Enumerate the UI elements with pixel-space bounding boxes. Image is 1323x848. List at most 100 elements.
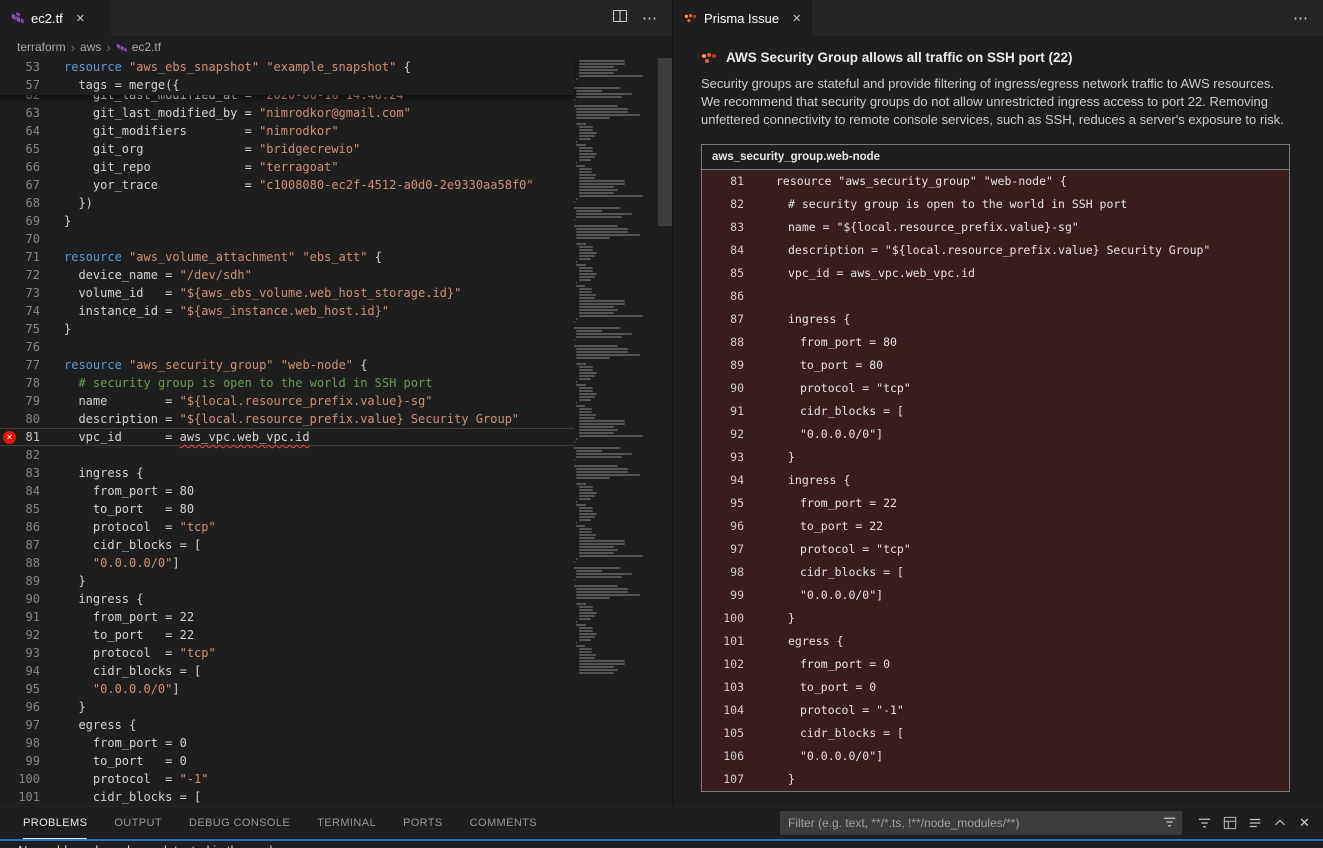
minimap-line [579,192,615,194]
collapse-all-icon[interactable] [1242,811,1267,835]
close-tab-icon[interactable]: ✕ [76,12,85,25]
filter-icon[interactable] [1192,811,1217,835]
panel-tab-output[interactable]: OUTPUT [114,807,162,839]
line-text: cidr_blocks = [ [40,788,201,806]
minimap-line [574,465,618,467]
tab-ec2-tf[interactable]: ec2.tf ✕ [0,0,112,36]
editor-line-67[interactable]: 67 yor_trace = "c1008080-ec2f-4512-a0d0-… [0,176,574,194]
line-number: 93 [0,644,40,662]
tab-prisma-issue[interactable]: Prisma Issue ✕ [673,0,813,36]
line-number: 76 [0,338,40,356]
line-number: 91 [0,608,40,626]
panel-tab-terminal[interactable]: TERMINAL [317,807,376,839]
view-as-table-icon[interactable] [1217,811,1242,835]
editor-line-97[interactable]: 97 egress { [0,716,574,734]
editor-line-89[interactable]: 89 } [0,572,574,590]
editor-line-84[interactable]: 84 from_port = 80 [0,482,574,500]
editor-line-95[interactable]: 95 "0.0.0.0/0"] [0,680,574,698]
minimap-line [579,390,594,392]
editor-line-75[interactable]: 75} [0,320,574,338]
line-number: 83 [0,464,40,482]
breadcrumb-item-aws[interactable]: aws [80,40,101,54]
editor-line-96[interactable]: 96 } [0,698,574,716]
panel-tab-ports[interactable]: PORTS [403,807,443,839]
editor-line-92[interactable]: 92 to_port = 22 [0,626,574,644]
editor-line-100[interactable]: 100 protocol = "-1" [0,770,574,788]
minimap-line [576,90,601,92]
editor-line-53[interactable]: 53resource "aws_ebs_snapshot" "example_s… [0,58,574,76]
line-number: 72 [0,266,40,284]
editor-line-74[interactable]: 74 instance_id = "${aws_instance.web_hos… [0,302,574,320]
problems-filter-input[interactable] [780,811,1182,835]
minimap-line [579,546,615,548]
editor-line-73[interactable]: 73 volume_id = "${aws_ebs_volume.web_hos… [0,284,574,302]
editor-line-99[interactable]: 99 to_port = 0 [0,752,574,770]
close-tab-icon[interactable]: ✕ [792,12,801,25]
editor-line-98[interactable]: 98 from_port = 0 [0,734,574,752]
issue-code-line-102: 102from_port = 0 [702,653,1289,676]
minimap-line [576,456,621,458]
more-actions-icon[interactable]: ⋯ [1293,9,1309,27]
editor-line-81[interactable]: 81 vpc_id = aws_vpc.web_vpc.id✕ [0,428,574,446]
editor-line-77[interactable]: 77resource "aws_security_group" "web-nod… [0,356,574,374]
editor-scrollbar[interactable] [658,58,672,226]
editor-line-87[interactable]: 87 cidr_blocks = [ [0,536,574,554]
minimap-line [579,639,592,641]
editor-line-64[interactable]: 64 git_modifiers = "nimrodkor" [0,122,574,140]
minimap-line [579,519,592,521]
editor-line-88[interactable]: 88 "0.0.0.0/0"] [0,554,574,572]
minimap-line [579,627,594,629]
maximize-panel-icon[interactable] [1267,811,1292,835]
editor-line-66[interactable]: 66 git_repo = "terragoat" [0,158,574,176]
editor-line-57[interactable]: 57 tags = merge({ [0,76,574,94]
minimap-line [576,237,610,239]
minimap-line [574,87,620,89]
editor-line-65[interactable]: 65 git_org = "bridgecrewio" [0,140,574,158]
editor-line-69[interactable]: 69} [0,212,574,230]
filter-funnel-icon[interactable] [1162,815,1177,835]
more-actions-icon[interactable]: ⋯ [642,9,658,27]
editor-line-76[interactable]: 76 [0,338,574,356]
editor-line-80[interactable]: 80 description = "${local.resource_prefi… [0,410,574,428]
line-text [40,338,64,356]
breadcrumb-item-file[interactable]: ec2.tf [132,40,161,54]
editor-line-63[interactable]: 63 git_last_modified_by = "nimrodkor@gma… [0,104,574,122]
minimap-line [579,534,596,536]
editor-line-71[interactable]: 71resource "aws_volume_attachment" "ebs_… [0,248,574,266]
issue-code-line-101: 101egress { [702,630,1289,653]
breadcrumb-item-terraform[interactable]: terraform [17,40,66,54]
line-number: 81 [714,170,744,193]
editor-line-78[interactable]: 78 # security group is open to the world… [0,374,574,392]
minimap-line [576,210,601,212]
editor-line-72[interactable]: 72 device_name = "/dev/sdh" [0,266,574,284]
editor-line-91[interactable]: 91 from_port = 22 [0,608,574,626]
close-panel-icon[interactable]: ✕ [1292,811,1317,835]
editor-line-82[interactable]: 82 [0,446,574,464]
minimap-line [579,60,625,62]
editor-line-93[interactable]: 93 protocol = "tcp" [0,644,574,662]
panel-tab-debug-console[interactable]: DEBUG CONSOLE [189,807,290,839]
line-number: 98 [0,734,40,752]
panel-tab-problems[interactable]: PROBLEMS [23,807,87,839]
editor-line-90[interactable]: 90 ingress { [0,590,574,608]
editor-line-83[interactable]: 83 ingress { [0,464,574,482]
line-text: git_org = "bridgecrewio" [40,140,360,158]
split-editor-icon[interactable] [612,8,628,29]
minimap[interactable] [574,60,658,806]
minimap-line [576,354,640,356]
code-editor[interactable]: 62 git_last_modified_at = "2020-06-16 14… [0,58,672,806]
minimap-line [579,489,594,491]
editor-line-94[interactable]: 94 cidr_blocks = [ [0,662,574,680]
editor-line-68[interactable]: 68 }) [0,194,574,212]
editor-line-79[interactable]: 79 name = "${local.resource_prefix.value… [0,392,574,410]
minimap-line [574,105,618,107]
issue-code-line-92: 92"0.0.0.0/0"] [702,423,1289,446]
editor-line-86[interactable]: 86 protocol = "tcp" [0,518,574,536]
line-number: 103 [714,676,744,699]
editor-line-101[interactable]: 101 cidr_blocks = [ [0,788,574,806]
minimap-line [576,96,621,98]
editor-line-70[interactable]: 70 [0,230,574,248]
editor-line-85[interactable]: 85 to_port = 80 [0,500,574,518]
panel-tab-comments[interactable]: COMMENTS [470,807,537,839]
line-number: 93 [714,446,744,469]
